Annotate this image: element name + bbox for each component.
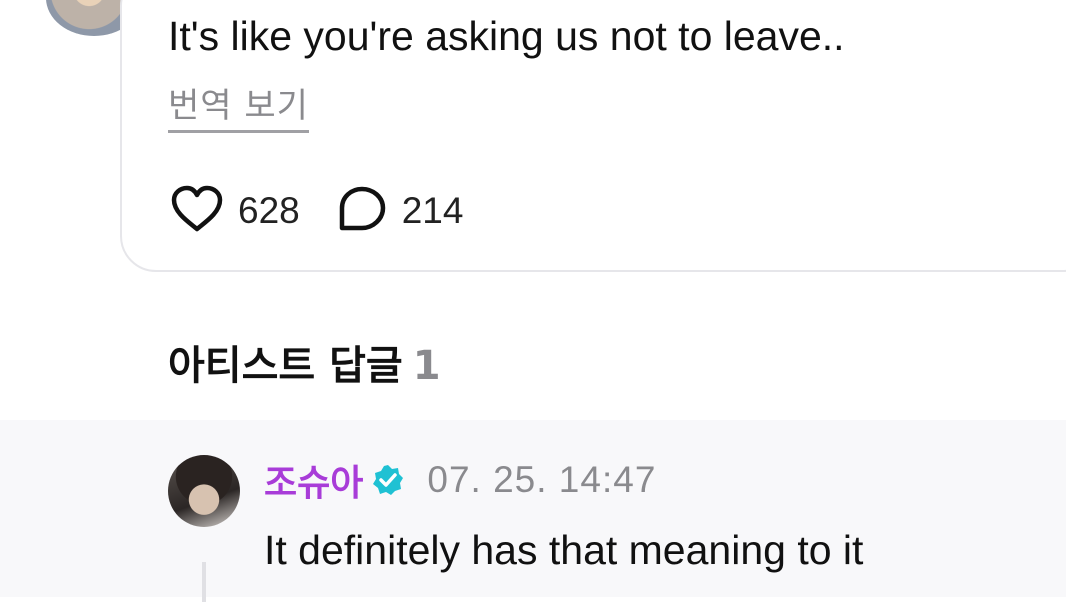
reply-text: It definitely has that meaning to it [264, 527, 864, 573]
reply-header: 조슈아 07. 25. 14:47 [264, 456, 656, 504]
thread-line [202, 562, 206, 602]
speech-bubble-icon [336, 185, 388, 238]
artist-replies-title: 아티스트 답글 [168, 343, 403, 389]
reply-timestamp: 07. 25. 14:47 [427, 459, 657, 500]
like-button[interactable]: 628 [170, 185, 300, 238]
artist-avatar[interactable] [168, 455, 240, 527]
artist-replies-heading: 아티스트 답글 1 [168, 340, 441, 392]
artist-replies-count: 1 [412, 343, 441, 389]
comment-actions: 628 214 [170, 185, 499, 238]
like-count: 628 [238, 190, 300, 231]
reply-count: 214 [401, 190, 464, 231]
verified-badge-icon [371, 463, 405, 497]
comment-text: It's like you're asking us not to leave.… [168, 13, 845, 59]
translate-link[interactable]: 번역 보기 [168, 84, 309, 133]
artist-name[interactable]: 조슈아 [264, 454, 363, 506]
reply-button[interactable]: 214 [336, 185, 464, 238]
heart-outline-icon [170, 185, 224, 238]
